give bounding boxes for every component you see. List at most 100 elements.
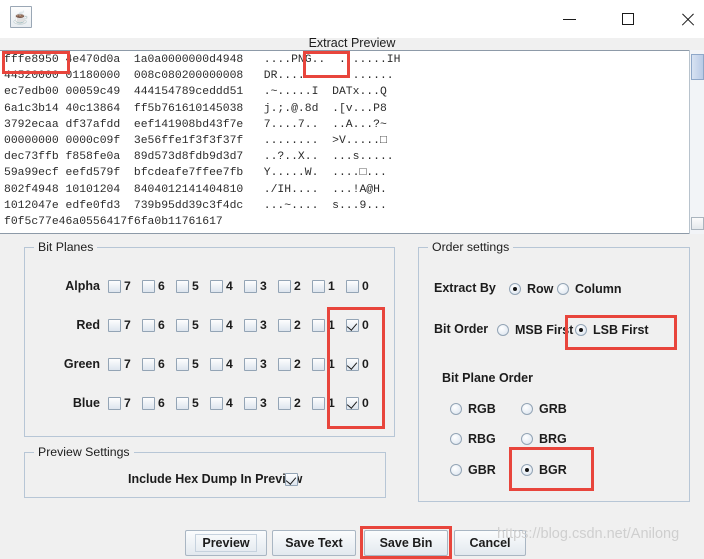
save-text-button-label: Save Text xyxy=(285,536,343,550)
checkbox-red-5[interactable] xyxy=(176,318,189,332)
bit-label: 5 xyxy=(192,356,199,371)
hex-row: 00000000 0000c09f 3e56ffe1f3f3f37f .....… xyxy=(4,135,387,148)
bit-label: 5 xyxy=(192,395,199,410)
hex-dump-scrollbar[interactable] xyxy=(689,50,704,234)
checkbox-green-0[interactable] xyxy=(346,357,359,371)
hex-row: 1012047e edfe0fd3 739b95dd39c3f4dc ...~.… xyxy=(4,199,387,212)
bit-label: 2 xyxy=(294,395,301,410)
bit-label: 3 xyxy=(260,317,267,332)
radio-bit-order-lsb-first[interactable]: LSB First xyxy=(575,322,649,338)
hex-dump-panel[interactable]: fffe8950 4e470d0a 1a0a0000000d4948 ....P… xyxy=(0,50,704,234)
radio-extract-by-row[interactable]: Row xyxy=(509,281,553,297)
bit-label: 6 xyxy=(158,356,165,371)
checkbox-red-2[interactable] xyxy=(278,318,291,332)
radio-label: BGR xyxy=(539,463,567,477)
channel-label-green: Green xyxy=(63,357,100,371)
checkbox-red-3[interactable] xyxy=(244,318,257,332)
bit-label: 4 xyxy=(226,317,233,332)
bit-label: 1 xyxy=(328,356,335,371)
checkbox-blue-2[interactable] xyxy=(278,396,291,410)
checkbox-green-3[interactable] xyxy=(244,357,257,371)
radio-bit-plane-order-gbr[interactable]: GBR xyxy=(450,462,496,478)
checkbox-red-4[interactable] xyxy=(210,318,223,332)
radio-bit-plane-order-brg[interactable]: BRG xyxy=(521,431,567,447)
bit-plane-row-blue: Blue 7 6 5 4 3 2 1 0 xyxy=(24,392,395,414)
checkbox-blue-7[interactable] xyxy=(108,396,121,410)
bit-label: 3 xyxy=(260,278,267,293)
radio-bit-order-msb-first[interactable]: MSB First xyxy=(497,322,573,338)
window-title-bar: ☕ xyxy=(0,0,704,38)
bit-label: 5 xyxy=(192,278,199,293)
hex-row: 59a99ecf eefd579f bfcdeafe7ffee7fb Y....… xyxy=(4,167,387,180)
radio-label: GBR xyxy=(468,463,496,477)
checkbox-green-4[interactable] xyxy=(210,357,223,371)
radio-indicator xyxy=(450,464,462,476)
bit-label: 1 xyxy=(328,278,335,293)
checkbox-blue-5[interactable] xyxy=(176,396,189,410)
checkbox-alpha-3[interactable] xyxy=(244,279,257,293)
bit-label: 3 xyxy=(260,395,267,410)
radio-indicator xyxy=(450,433,462,445)
checkbox-green-1[interactable] xyxy=(312,357,325,371)
hex-row: dec73ffb f858fe0a 89d573d8fdb9d3d7 ..?..… xyxy=(4,151,394,164)
minimize-button[interactable] xyxy=(546,0,592,38)
radio-extract-by-column[interactable]: Column xyxy=(557,281,622,297)
checkbox-red-7[interactable] xyxy=(108,318,121,332)
bit-plane-row-alpha: Alpha 7 6 5 4 3 2 1 0 xyxy=(24,275,395,297)
radio-label: MSB First xyxy=(515,323,574,337)
checkbox-green-5[interactable] xyxy=(176,357,189,371)
radio-bit-plane-order-bgr[interactable]: BGR xyxy=(521,462,567,478)
radio-bit-plane-order-rbg[interactable]: RBG xyxy=(450,431,496,447)
bit-label: 0 xyxy=(362,278,369,293)
bit-label: 7 xyxy=(124,356,131,371)
bit-label: 6 xyxy=(158,317,165,332)
scrollbar-down-arrow[interactable] xyxy=(691,217,704,230)
save-bin-button[interactable]: Save Bin xyxy=(364,530,448,556)
checkbox-alpha-7[interactable] xyxy=(108,279,121,293)
bit-label: 3 xyxy=(260,356,267,371)
bit-plane-row-red: Red 7 6 5 4 3 2 1 0 xyxy=(24,314,395,336)
bit-label: 4 xyxy=(226,395,233,410)
radio-label: RGB xyxy=(468,402,496,416)
radio-label: LSB First xyxy=(593,323,649,337)
save-text-button[interactable]: Save Text xyxy=(272,530,356,556)
java-coffee-cup-icon: ☕ xyxy=(10,6,32,28)
maximize-button[interactable] xyxy=(605,0,651,38)
checkbox-alpha-4[interactable] xyxy=(210,279,223,293)
checkbox-alpha-6[interactable] xyxy=(142,279,155,293)
bit-label: 1 xyxy=(328,395,335,410)
scrollbar-thumb[interactable] xyxy=(691,54,704,80)
checkbox-alpha-5[interactable] xyxy=(176,279,189,293)
checkbox-red-6[interactable] xyxy=(142,318,155,332)
preview-button[interactable]: Preview xyxy=(185,530,267,556)
bit-plane-row-green: Green 7 6 5 4 3 2 1 0 xyxy=(24,353,395,375)
hex-row: 6a1c3b14 40c13864 ff5b761610145038 j.;.@… xyxy=(4,102,387,115)
maximize-icon xyxy=(622,13,634,25)
cancel-button[interactable]: Cancel xyxy=(454,530,526,556)
checkbox-alpha-1[interactable] xyxy=(312,279,325,293)
checkbox-green-7[interactable] xyxy=(108,357,121,371)
checkbox-blue-3[interactable] xyxy=(244,396,257,410)
bit-label: 4 xyxy=(226,356,233,371)
checkbox-blue-1[interactable] xyxy=(312,396,325,410)
bit-label: 7 xyxy=(124,317,131,332)
checkbox-blue-4[interactable] xyxy=(210,396,223,410)
checkbox-alpha-2[interactable] xyxy=(278,279,291,293)
checkbox-green-2[interactable] xyxy=(278,357,291,371)
bit-label: 0 xyxy=(362,317,369,332)
radio-indicator xyxy=(521,403,533,415)
checkbox-green-6[interactable] xyxy=(142,357,155,371)
extract-preview-title: Extract Preview xyxy=(308,36,396,50)
radio-bit-plane-order-rgb[interactable]: RGB xyxy=(450,401,496,417)
bit-planes-title: Bit Planes xyxy=(34,240,98,254)
checkbox-red-0[interactable] xyxy=(346,318,359,332)
checkbox-red-1[interactable] xyxy=(312,318,325,332)
checkbox-blue-6[interactable] xyxy=(142,396,155,410)
hex-row: ec7edb00 00059c49 444154789ceddd51 .~...… xyxy=(4,86,387,99)
radio-bit-plane-order-grb[interactable]: GRB xyxy=(521,401,567,417)
close-button[interactable] xyxy=(664,0,704,38)
checkbox-include-hex-dump[interactable] xyxy=(285,473,298,486)
checkbox-blue-0[interactable] xyxy=(346,396,359,410)
include-hex-dump-label: Include Hex Dump In Preview xyxy=(128,472,303,486)
checkbox-alpha-0[interactable] xyxy=(346,279,359,293)
